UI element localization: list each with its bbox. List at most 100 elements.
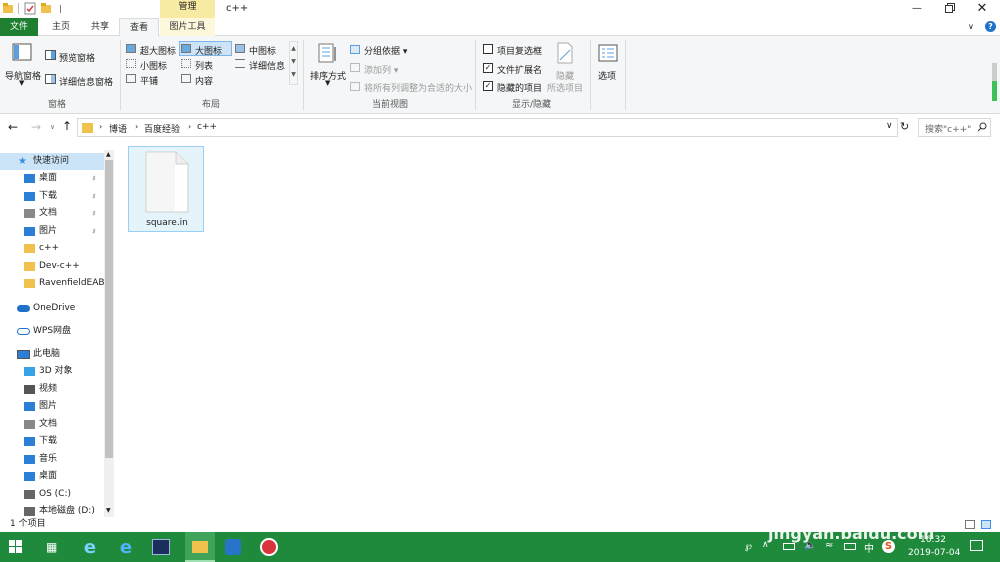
nav-quick-item[interactable]: 桌面 ♯ [0, 170, 104, 187]
nav-pc-item[interactable]: 音乐 [0, 451, 104, 468]
details-view-icon[interactable] [965, 520, 975, 529]
ie-icon[interactable]: e [78, 535, 102, 559]
layout-scroll[interactable]: ▲ ▼ ▼ [289, 41, 298, 85]
tab-file[interactable]: 文件 [0, 18, 38, 36]
hidden-items-checkbox[interactable]: ✓ [483, 81, 493, 91]
keyboard-icon[interactable] [844, 543, 856, 550]
nav-pc-item[interactable]: 3D 对象 [0, 363, 104, 380]
file-ext-checkbox[interactable]: ✓ [483, 63, 493, 73]
battery-icon[interactable] [783, 543, 795, 550]
clock-time[interactable]: 16:32 [920, 535, 946, 545]
file-item[interactable]: square.in [128, 146, 204, 232]
dev-cpp-icon[interactable] [149, 535, 173, 559]
xl-icons-option[interactable]: 超大图标 [140, 44, 176, 57]
breadcrumb-item[interactable]: 博语 [109, 122, 127, 135]
main-scrollbar[interactable] [990, 53, 998, 113]
address-dropdown-icon[interactable]: ∨ [886, 121, 893, 131]
nav-pc-item[interactable]: 文档 [0, 416, 104, 433]
nav-pane-dropdown-icon[interactable]: ▼ [19, 79, 24, 87]
details-pane-button[interactable]: 详细信息窗格 [59, 75, 113, 88]
nav-pc-item[interactable]: 桌面 [0, 468, 104, 485]
pin-icon[interactable]: ♯ [92, 223, 96, 240]
edge-icon[interactable]: e [114, 535, 138, 559]
close-button[interactable]: ✕ [970, 0, 994, 16]
windows-start-icon[interactable] [9, 540, 23, 554]
wifi-icon[interactable]: ≈ [825, 540, 833, 551]
refresh-button[interactable]: ↻ [900, 120, 909, 133]
tab-share[interactable]: 共享 [81, 18, 119, 36]
people-icon[interactable]: ℘ [745, 541, 752, 552]
nav-this-pc[interactable]: 此电脑 [0, 346, 104, 363]
options-button[interactable]: 选项 [598, 69, 616, 82]
nav-scrollbar[interactable]: ▲ ▼ [104, 150, 114, 517]
volume-icon[interactable]: 🔈 [804, 540, 816, 551]
back-button[interactable]: ← [8, 120, 18, 134]
forward-button[interactable]: → [31, 120, 41, 134]
nav-wps-drive[interactable]: WPS网盘 [0, 323, 104, 340]
pin-icon[interactable]: ♯ [92, 170, 96, 187]
search-icon[interactable] [977, 122, 987, 132]
minimize-button[interactable]: — [905, 0, 929, 16]
sogou-icon[interactable]: S [882, 540, 895, 553]
tray-expand-icon[interactable]: ∧ [762, 540, 769, 550]
pin-icon[interactable]: ♯ [92, 188, 96, 205]
qat-customize-icon[interactable]: | [59, 4, 62, 13]
address-box[interactable]: › 博语 › 百度经验 › c++ ∨ [77, 118, 898, 137]
tab-home[interactable]: 主页 [42, 18, 80, 36]
scroll-down-icon[interactable]: ▼ [106, 507, 111, 514]
sort-by-dropdown-icon[interactable]: ▼ [325, 79, 330, 87]
clock-date[interactable]: 2019-07-04 [908, 548, 960, 558]
breadcrumb-item[interactable]: 百度经验 [144, 122, 180, 135]
small-icons-option[interactable]: 小图标 [140, 59, 167, 72]
item-checkboxes-label[interactable]: 项目复选框 [497, 44, 542, 57]
file-ext-label[interactable]: 文件扩展名 [497, 63, 542, 76]
help-icon[interactable]: ? [985, 21, 996, 32]
preview-pane-button[interactable]: 预览窗格 [59, 51, 95, 64]
nav-quick-item[interactable]: c++ [0, 240, 104, 257]
notification-icon[interactable] [970, 540, 983, 551]
recent-locations-icon[interactable]: ∨ [50, 123, 55, 131]
pin-icon[interactable]: ♯ [92, 205, 96, 222]
nav-pc-item[interactable]: 下载 [0, 433, 104, 450]
tab-picture-tools[interactable]: 图片工具 [160, 18, 215, 36]
search-box[interactable]: 搜索"c++" [918, 118, 991, 137]
nav-onedrive[interactable]: OneDrive [0, 300, 104, 317]
nav-quick-item[interactable]: RavenfieldEABu [0, 275, 110, 292]
tab-view[interactable]: 查看 [119, 18, 159, 37]
fit-columns-button[interactable]: 将所有列调整为合适的大小 [364, 81, 472, 94]
scroll-thumb[interactable] [105, 160, 113, 458]
hidden-items-label[interactable]: 隐藏的项目 [497, 81, 542, 94]
properties-icon[interactable] [24, 2, 36, 15]
vs-icon[interactable] [221, 535, 245, 559]
nav-quick-item[interactable]: Dev-c++ [0, 258, 104, 275]
new-folder-icon[interactable] [41, 3, 51, 14]
medium-icons-option[interactable]: 中图标 [249, 44, 276, 57]
nav-quick-item[interactable]: 图片 ♯ [0, 223, 104, 240]
breadcrumb-item[interactable]: c++ [197, 122, 217, 132]
nav-pc-item[interactable]: 视频 [0, 381, 104, 398]
large-icons-view-icon[interactable] [981, 520, 991, 529]
group-by-button[interactable]: 分组依据 ▾ [364, 44, 407, 57]
list-option[interactable]: 列表 [195, 59, 213, 72]
task-view-icon[interactable]: ▦ [46, 540, 57, 554]
search-input[interactable]: 搜索"c++" [925, 122, 971, 135]
up-button[interactable]: ↑ [62, 119, 72, 133]
manage-context-tab[interactable]: 管理 [160, 0, 215, 18]
nav-pc-item[interactable]: 图片 [0, 398, 104, 415]
details-option[interactable]: 详细信息 [249, 59, 285, 72]
tiles-option[interactable]: 平铺 [140, 74, 158, 87]
nav-quick-item[interactable]: 文档 ♯ [0, 205, 104, 222]
content-option[interactable]: 内容 [195, 74, 213, 87]
nav-quick-access[interactable]: ★ 快速访问 [0, 153, 104, 170]
add-column-button[interactable]: 添加列 ▾ [364, 63, 398, 76]
collapse-ribbon-icon[interactable]: ∨ [968, 22, 974, 31]
scroll-up-icon[interactable]: ▲ [106, 151, 111, 158]
large-icons-option[interactable]: 大图标 [195, 44, 222, 57]
file-explorer-icon[interactable] [185, 532, 215, 562]
ime-indicator[interactable]: 中 [864, 540, 874, 555]
nav-pc-item[interactable]: OS (C:) [0, 486, 104, 503]
restore-button[interactable] [938, 0, 962, 16]
nav-quick-item[interactable]: 下载 ♯ [0, 188, 104, 205]
item-checkboxes-checkbox[interactable] [483, 44, 493, 54]
app-icon[interactable] [257, 535, 281, 559]
